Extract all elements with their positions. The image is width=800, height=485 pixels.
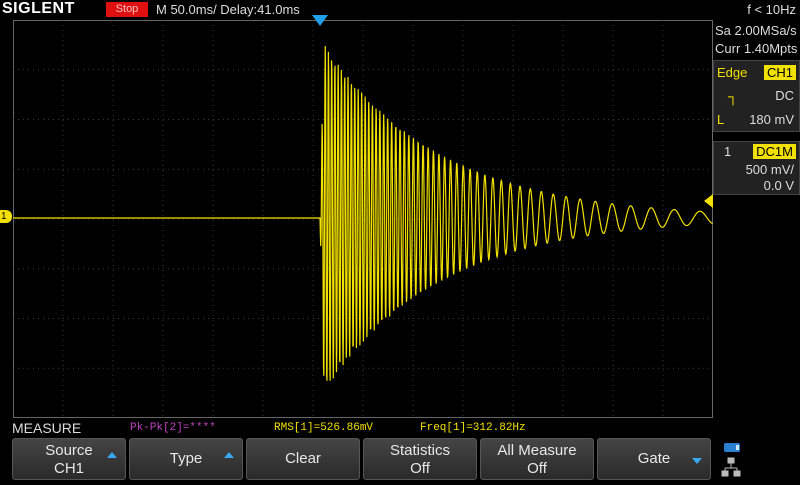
usb-icon	[724, 443, 740, 452]
run-stop-badge[interactable]: Stop	[106, 2, 148, 17]
softkey-label: Clear	[285, 450, 321, 467]
measurement-pkpk: Pk-Pk[2]=****	[130, 422, 216, 434]
rising-edge-icon: ┐	[728, 88, 738, 104]
ch1-waveform-trace	[13, 45, 713, 381]
statistics-softkey[interactable]: Statistics Off	[363, 438, 477, 480]
trigger-level-label: L	[717, 112, 725, 127]
timebase-readout[interactable]: M 50.0ms/ Delay:41.0ms	[156, 0, 300, 20]
arrow-up-icon	[224, 452, 234, 458]
softkey-bar: Source CH1 Type Clear Statistics Off All…	[0, 438, 800, 480]
arrow-up-icon	[107, 452, 117, 458]
trigger-frequency-readout: f < 10Hz	[747, 2, 796, 17]
trigger-info-box[interactable]: Edge CH1 ┐ DC L 180 mV	[713, 60, 800, 132]
softkey-label: Statistics	[389, 442, 450, 459]
source-softkey[interactable]: Source CH1	[12, 438, 126, 480]
arrow-down-icon	[692, 458, 702, 464]
trigger-position-marker[interactable]	[312, 15, 328, 26]
top-status-bar: SIGLENT Stop M 50.0ms/ Delay:41.0ms f < …	[0, 0, 800, 20]
softkey-label: All Measure	[497, 442, 577, 459]
ch1-offset-marker[interactable]: 1	[0, 210, 12, 223]
channel-coupling: DC1M	[753, 144, 796, 159]
measure-bar: MEASURE Pk-Pk[2]=**** RMS[1]=526.86mV Fr…	[0, 419, 800, 438]
trigger-level-marker[interactable]	[704, 194, 713, 208]
measure-menu-title: MEASURE	[12, 420, 82, 436]
trigger-source: CH1	[763, 65, 796, 80]
type-softkey[interactable]: Type	[129, 438, 243, 480]
system-status-icons	[720, 438, 800, 480]
waveform-display	[13, 20, 713, 418]
softkey-value: CH1	[53, 460, 84, 477]
all-measure-softkey[interactable]: All Measure Off	[480, 438, 594, 480]
channel-number: 1	[724, 144, 732, 159]
channel-scale: 500 mV/	[745, 162, 794, 177]
softkey-value: Off	[410, 460, 430, 477]
brand-logo: SIGLENT	[2, 0, 75, 17]
trigger-type: Edge	[717, 65, 748, 80]
info-panel: Sa 2.00MSa/s Curr 1.40Mpts Edge CH1 ┐ DC…	[713, 20, 800, 418]
trigger-coupling: DC	[775, 88, 794, 103]
gate-softkey[interactable]: Gate	[597, 438, 711, 480]
channel-offset: 0.0 V	[763, 178, 794, 193]
measurement-freq: Freq[1]=312.82Hz	[420, 422, 526, 434]
network-icon	[721, 457, 741, 477]
trigger-level: 180 mV	[749, 112, 794, 127]
ch1-info-box[interactable]: 1 DC1M 500 mV/ 0.0 V	[713, 141, 800, 195]
clear-softkey[interactable]: Clear	[246, 438, 360, 480]
measurement-rms: RMS[1]=526.86mV	[274, 422, 374, 434]
memory-depth: Curr 1.40Mpts	[715, 41, 798, 56]
sample-rate: Sa 2.00MSa/s	[715, 23, 797, 38]
softkey-value: Off	[527, 460, 547, 477]
